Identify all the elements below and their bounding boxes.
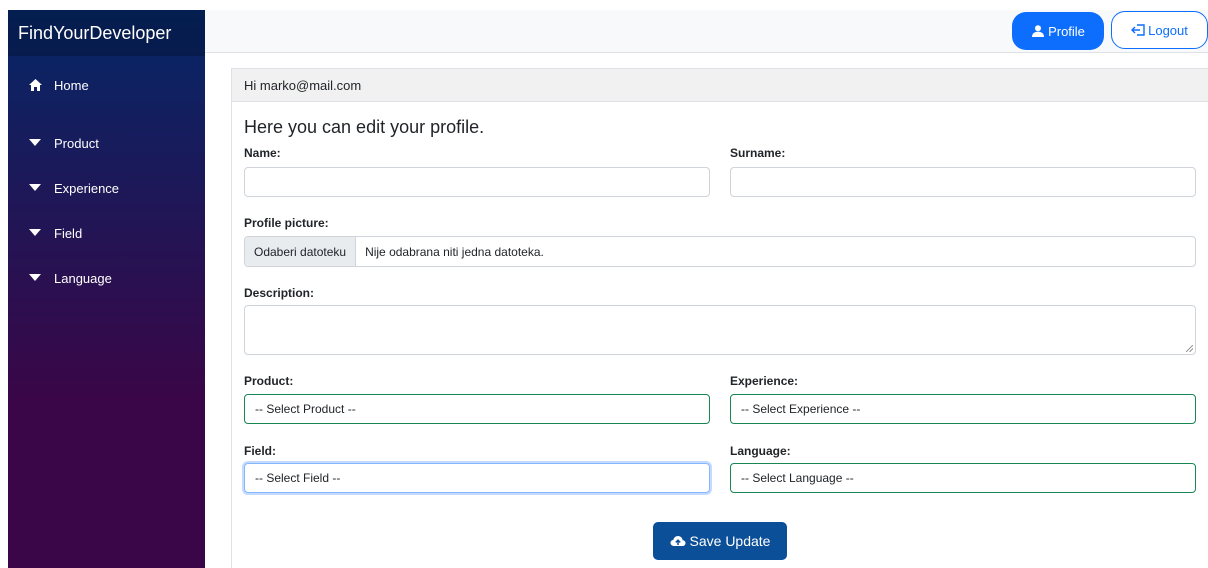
profile-picture-label: Profile picture: xyxy=(244,216,329,230)
greeting-header: Hi marko@mail.com xyxy=(232,69,1208,102)
sidebar-item-field[interactable]: Field xyxy=(8,216,205,250)
sidebar-item-product[interactable]: Product xyxy=(8,126,205,160)
profile-button[interactable]: Profile xyxy=(1012,12,1104,50)
user-icon xyxy=(1032,25,1045,37)
description-label: Description: xyxy=(244,286,315,300)
name-label: Name: xyxy=(244,146,281,160)
logout-button-label: Logout xyxy=(1148,22,1188,38)
cloud-upload-icon xyxy=(670,536,686,546)
sidebar-item-label: Product xyxy=(54,135,99,151)
language-select[interactable]: -- Select Language -- xyxy=(730,463,1196,493)
field-label: Field: xyxy=(244,444,276,458)
name-field[interactable] xyxy=(244,167,710,197)
sidebar-item-experience[interactable]: Experience xyxy=(8,171,205,205)
product-select[interactable]: -- Select Product -- xyxy=(244,394,710,424)
field-select[interactable]: -- Select Field -- xyxy=(244,463,710,493)
experience-select[interactable]: -- Select Experience -- xyxy=(730,394,1196,424)
sidebar-item-label: Language xyxy=(54,270,112,286)
home-icon xyxy=(28,78,42,92)
choose-file-button[interactable]: Odaberi datoteku xyxy=(245,237,357,266)
save-update-label: Save Update xyxy=(689,533,771,549)
resize-grip-icon[interactable] xyxy=(1186,345,1193,352)
file-status-text: Nije odabrana niti jedna datoteka. xyxy=(365,244,544,259)
sidebar-item-language[interactable]: Language xyxy=(8,261,205,295)
experience-label: Experience: xyxy=(730,374,799,388)
logout-button[interactable]: Logout xyxy=(1111,11,1208,49)
surname-field[interactable] xyxy=(730,167,1196,197)
description-textarea[interactable] xyxy=(244,305,1196,355)
brand-title[interactable]: FindYourDeveloper xyxy=(8,10,205,56)
caret-down-icon xyxy=(28,226,42,240)
caret-down-icon xyxy=(28,136,42,150)
profile-picture-input[interactable]: Odaberi datoteku Nije odabrana niti jedn… xyxy=(244,236,1196,267)
page-title: Here you can edit your profile. xyxy=(244,117,485,137)
caret-down-icon xyxy=(28,271,42,285)
sidebar-item-label: Field xyxy=(54,225,83,241)
surname-label: Surname: xyxy=(730,146,786,160)
caret-down-icon xyxy=(28,181,42,195)
sidebar-item-home[interactable]: Home xyxy=(8,68,205,102)
language-label: Language: xyxy=(730,444,791,458)
profile-button-label: Profile xyxy=(1048,23,1085,39)
logout-icon xyxy=(1131,24,1145,36)
product-label: Product: xyxy=(244,374,294,388)
sidebar-item-label: Experience xyxy=(54,180,120,196)
sidebar-item-label: Home xyxy=(54,77,89,93)
save-update-button[interactable]: Save Update xyxy=(653,522,787,560)
